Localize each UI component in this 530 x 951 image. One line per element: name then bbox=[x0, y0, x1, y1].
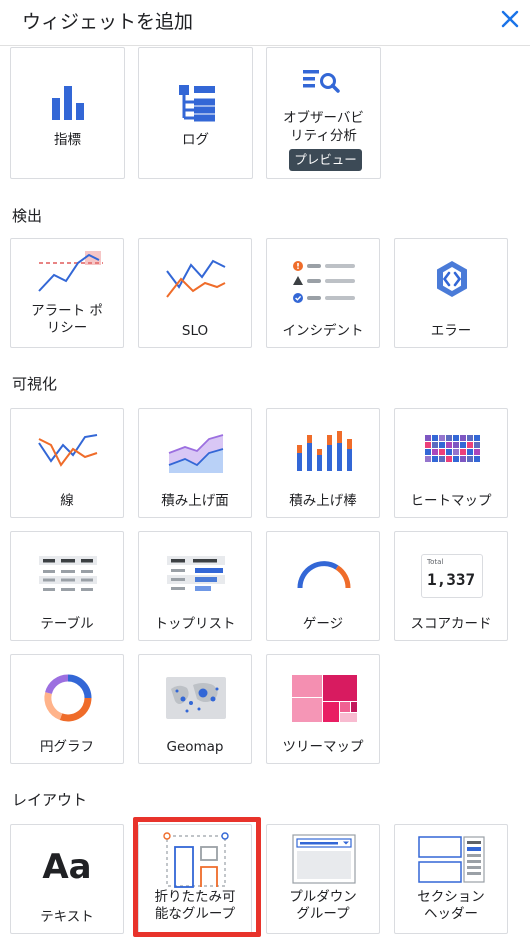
widget-tile-dropdown-group[interactable]: プルダウン グループ bbox=[266, 824, 380, 934]
widget-tile-collapsible-group[interactable]: 折りたたみ可 能なグループ bbox=[138, 824, 252, 934]
widget-label: エラー bbox=[430, 323, 472, 339]
widget-label-line-1: セクション bbox=[417, 889, 485, 905]
widget-label: テーブル bbox=[40, 616, 94, 632]
widget-tile-slo[interactable]: SLO bbox=[138, 238, 252, 348]
widget-tile-alert-policy[interactable]: アラート ポ リシー bbox=[10, 238, 124, 348]
section-title-detection: 検出 bbox=[12, 207, 43, 225]
scorecard-preview: Total 1,337 bbox=[421, 554, 483, 598]
widget-label: 円グラフ bbox=[40, 739, 94, 755]
widget-tile-table[interactable]: テーブル bbox=[10, 531, 124, 641]
widget-label: 線 bbox=[60, 493, 74, 509]
widget-label: 積み上げ棒 bbox=[289, 493, 357, 509]
widget-label-line-2: グループ bbox=[296, 906, 350, 922]
widget-tile-top-list[interactable]: トップリスト bbox=[138, 531, 252, 641]
widget-label-line-2: ヘッダー bbox=[424, 906, 478, 922]
widget-label: テキスト bbox=[40, 909, 94, 925]
preview-badge: プレビュー bbox=[289, 149, 362, 171]
widget-label: ヒートマップ bbox=[410, 493, 492, 509]
widget-tile-logs[interactable]: ログ bbox=[138, 47, 253, 179]
widget-label-line-2: リティ分析 bbox=[290, 128, 357, 144]
widget-tile-stacked-bar[interactable]: 積み上げ棒 bbox=[266, 408, 380, 518]
section-title-layout: レイアウト bbox=[12, 791, 88, 809]
widget-label-line-1: 折りたたみ可 bbox=[154, 889, 236, 905]
widget-label-line-1: プルダウン bbox=[289, 889, 357, 905]
widget-tile-errors[interactable]: エラー bbox=[394, 238, 508, 348]
close-icon[interactable] bbox=[498, 7, 522, 31]
widget-label: Geomap bbox=[166, 739, 224, 755]
dialog-header: ウィジェットを追加 bbox=[0, 0, 530, 46]
widget-tile-pie[interactable]: 円グラフ bbox=[10, 654, 124, 764]
widget-label: 積み上げ面 bbox=[161, 493, 229, 509]
scorecard-total-value: 1,337 bbox=[427, 570, 476, 589]
scorecard-total-label: Total bbox=[427, 558, 444, 566]
widget-label: SLO bbox=[181, 323, 209, 339]
widget-label: ログ bbox=[182, 132, 209, 148]
dialog-title: ウィジェットを追加 bbox=[22, 11, 194, 33]
widget-tile-gauge[interactable]: ゲージ bbox=[266, 531, 380, 641]
widget-label: ゲージ bbox=[302, 616, 344, 632]
widget-tile-observability-analytics[interactable]: オブザーバビ リティ分析 プレビュー bbox=[266, 47, 381, 179]
widget-tile-incidents[interactable]: インシデント bbox=[266, 238, 380, 348]
widget-tile-scorecard[interactable]: Total 1,337 スコアカード bbox=[394, 531, 508, 641]
widget-tile-heatmap[interactable]: ヒートマップ bbox=[394, 408, 508, 518]
widget-tile-text[interactable]: Aa テキスト bbox=[10, 824, 124, 934]
bar-chart-icon bbox=[52, 86, 84, 120]
widget-label-line-1: オブザーバビ bbox=[283, 110, 364, 126]
widget-label: 指標 bbox=[54, 132, 81, 148]
text-aa-icon: Aa bbox=[42, 847, 92, 887]
widget-label: スコアカード bbox=[410, 616, 492, 632]
widget-tile-metrics[interactable]: 指標 bbox=[10, 47, 125, 179]
widget-tile-stacked-area[interactable]: 積み上げ面 bbox=[138, 408, 252, 518]
widget-label: ツリーマップ bbox=[282, 739, 364, 755]
widget-tile-treemap[interactable]: ツリーマップ bbox=[266, 654, 380, 764]
widget-label-line-1: アラート ポ bbox=[31, 303, 103, 319]
widget-label-line-2: リシー bbox=[46, 320, 88, 336]
widget-label: トップリスト bbox=[154, 616, 236, 632]
widget-label-line-2: 能なグループ bbox=[154, 906, 236, 922]
widget-tile-geomap[interactable]: Geomap bbox=[138, 654, 252, 764]
section-title-visualization: 可視化 bbox=[12, 375, 58, 393]
widget-tile-line[interactable]: 線 bbox=[10, 408, 124, 518]
logs-tree-icon bbox=[179, 85, 215, 122]
widget-tile-section-header[interactable]: セクション ヘッダー bbox=[394, 824, 508, 934]
widget-label: インシデント bbox=[282, 323, 364, 339]
